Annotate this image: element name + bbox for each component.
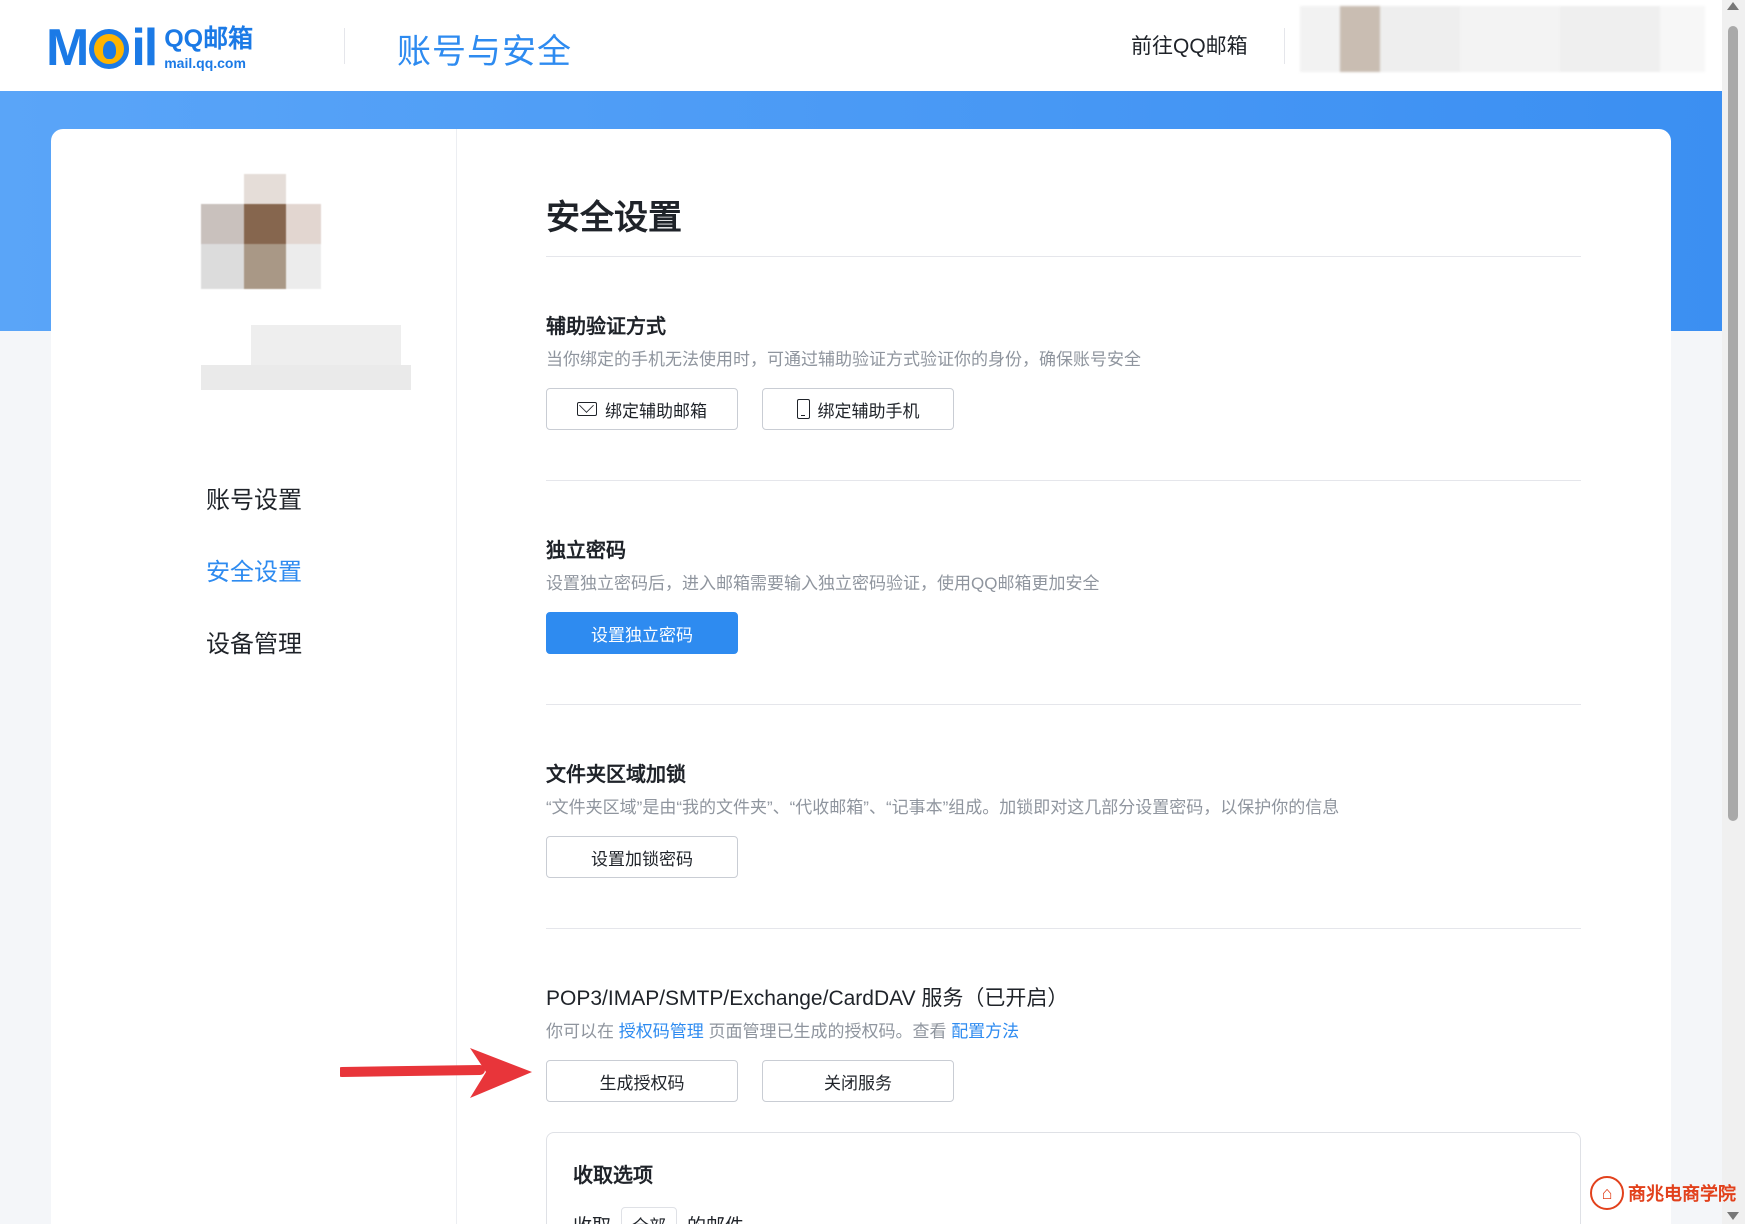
- user-name-blurred: [161, 325, 411, 390]
- option-label: 收取: [573, 1211, 611, 1224]
- header-divider-2: [1284, 28, 1285, 64]
- section-desc: “文件夹区域”是由“我的文件夹”、“代收邮箱”、“记事本”组成。加锁即对这几部分…: [546, 798, 1340, 817]
- app-title: 账号与安全: [397, 33, 572, 71]
- scroll-up-arrow-icon[interactable]: [1727, 2, 1739, 10]
- user-info-blurred[interactable]: [1300, 6, 1705, 72]
- desc-text: 你可以在: [546, 1022, 619, 1041]
- scrollbar-thumb[interactable]: [1728, 26, 1738, 821]
- section-desc: 当你绑定的手机无法使用时，可通过辅助验证方式验证你的身份，确保账号安全: [546, 350, 1141, 369]
- sidebar-item-device-management[interactable]: 设备管理: [206, 625, 302, 697]
- set-lock-password-button[interactable]: 设置加锁密码: [546, 836, 738, 878]
- qq-mail-logo[interactable]: Mil QQ邮箱 mail.qq.com: [46, 22, 253, 74]
- section-folder-lock: 文件夹区域加锁 “文件夹区域”是由“我的文件夹”、“代收邮箱”、“记事本”组成。…: [546, 705, 1581, 928]
- button-label: 绑定辅助手机: [817, 401, 920, 421]
- scroll-down-arrow-icon[interactable]: [1727, 1212, 1739, 1220]
- receive-scope-select[interactable]: 全部: [621, 1207, 678, 1224]
- logo-cn-text: QQ邮箱: [164, 24, 254, 53]
- set-independent-password-button[interactable]: 设置独立密码: [546, 612, 738, 654]
- section-assist-verification: 辅助验证方式 当你绑定的手机无法使用时，可通过辅助验证方式验证你的身份，确保账号…: [546, 257, 1581, 480]
- mail-icon: [577, 402, 597, 416]
- main-card: 账号设置 安全设置 设备管理 安全设置 辅助验证方式 当你绑定的手机无法使用时，…: [51, 129, 1671, 1224]
- goto-qq-mail-link[interactable]: 前往QQ邮箱: [1131, 30, 1248, 60]
- watermark-logo: ⌂ 商兆电商学院: [1590, 1176, 1736, 1210]
- header-divider: [344, 28, 345, 64]
- option-label: 的邮件: [687, 1211, 744, 1224]
- section-independent-password: 独立密码 设置独立密码后，进入邮箱需要输入独立密码验证，使用QQ邮箱更加安全 设…: [546, 481, 1581, 704]
- page-title: 安全设置: [546, 199, 682, 237]
- section-title: 辅助验证方式: [546, 316, 666, 338]
- receive-options-title: 收取选项: [573, 1165, 653, 1187]
- section-desc: 设置独立密码后，进入邮箱需要输入独立密码验证，使用QQ邮箱更加安全: [546, 574, 1100, 593]
- generate-auth-code-button[interactable]: 生成授权码: [546, 1060, 738, 1102]
- close-service-button[interactable]: 关闭服务: [762, 1060, 954, 1102]
- sidebar-item-security-settings[interactable]: 安全设置: [206, 553, 302, 625]
- logo-mail-mark: Mil: [46, 19, 158, 77]
- logo-en-text: mail.qq.com: [164, 54, 246, 71]
- receive-options-box: 收取选项 收取 全部 的邮件: [546, 1132, 1581, 1224]
- avatar: [201, 174, 321, 289]
- phone-icon: [796, 399, 810, 419]
- watermark-emblem-icon: ⌂: [1590, 1176, 1624, 1210]
- bind-assist-email-button[interactable]: 绑定辅助邮箱: [546, 388, 738, 430]
- sidebar-nav: 账号设置 安全设置 设备管理: [206, 481, 302, 697]
- section-pop-imap-service: POP3/IMAP/SMTP/Exchange/CardDAV 服务（已开启） …: [546, 929, 1581, 1152]
- content-area: 安全设置 辅助验证方式 当你绑定的手机无法使用时，可通过辅助验证方式验证你的身份…: [546, 129, 1581, 1224]
- sidebar-item-account-settings[interactable]: 账号设置: [206, 481, 302, 553]
- auth-code-management-link[interactable]: 授权码管理: [619, 1022, 704, 1041]
- config-method-link[interactable]: 配置方法: [951, 1022, 1019, 1041]
- desc-text: 页面管理已生成的授权码。查看: [703, 1022, 952, 1041]
- section-desc: 你可以在 授权码管理 页面管理已生成的授权码。查看 配置方法: [546, 1017, 1019, 1042]
- bind-assist-phone-button[interactable]: 绑定辅助手机: [762, 388, 954, 430]
- button-label: 绑定辅助邮箱: [605, 401, 707, 421]
- top-header: Mil QQ邮箱 mail.qq.com 账号与安全 前往QQ邮箱: [0, 0, 1745, 91]
- section-title: POP3/IMAP/SMTP/Exchange/CardDAV 服务（已开启）: [546, 987, 1069, 1010]
- section-title: 文件夹区域加锁: [546, 764, 686, 786]
- section-title: 独立密码: [546, 540, 626, 562]
- watermark-text: 商兆电商学院: [1628, 1184, 1736, 1205]
- red-arrow-annotation-icon: [340, 1048, 532, 1098]
- receive-options-row: 收取 全部 的邮件: [573, 1207, 744, 1224]
